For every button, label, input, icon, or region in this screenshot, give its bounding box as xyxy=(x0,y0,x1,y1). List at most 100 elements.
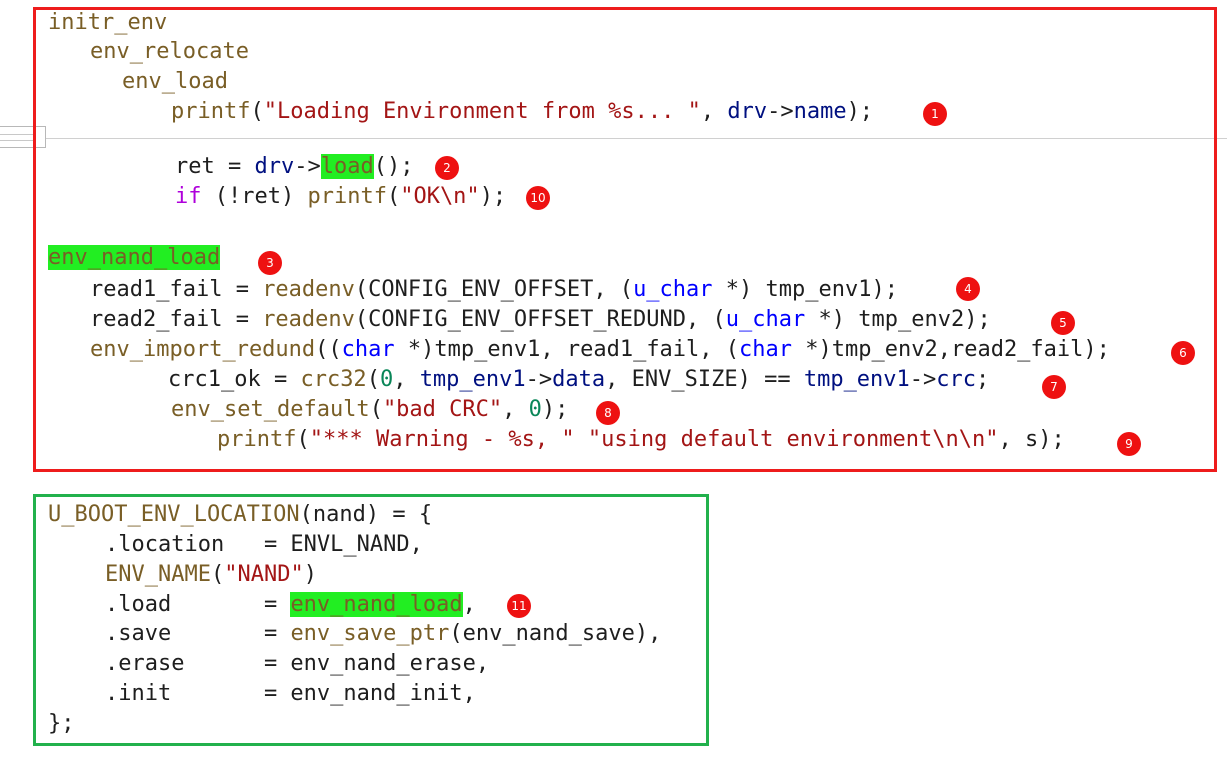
step-badge: 11 xyxy=(507,594,531,618)
code-token: , s); xyxy=(998,427,1065,452)
code-token: "NAND" xyxy=(224,562,304,587)
code-token: if xyxy=(175,184,202,209)
step-badge: 3 xyxy=(258,251,282,275)
code-line-printf-warning: printf("*** Warning - %s, " "using defau… xyxy=(217,425,1065,455)
code-token: ( xyxy=(366,367,380,392)
code-token: char xyxy=(739,337,793,362)
code-token: ( xyxy=(296,427,310,452)
code-token: .save = xyxy=(105,621,291,646)
code-line-close-brace: }; xyxy=(48,709,75,739)
code-token: ret xyxy=(175,154,215,179)
code-token: readenv xyxy=(262,307,355,332)
code-token: "*** Warning - %s, " "using default envi… xyxy=(309,427,999,452)
code-token: ); xyxy=(479,184,507,209)
code-token: .load = xyxy=(105,592,291,617)
code-token: ; xyxy=(976,367,990,392)
code-token: , ENV_SIZE) == xyxy=(605,367,804,392)
code-token: u_char xyxy=(725,307,806,332)
code-token: -> xyxy=(909,367,937,392)
code-line-env-load: env_load xyxy=(122,67,228,97)
code-line-read1: read1_fail = readenv(CONFIG_ENV_OFFSET, … xyxy=(90,275,898,305)
code-token: "bad CRC" xyxy=(382,397,503,422)
code-token: = xyxy=(214,154,255,179)
code-line-if-ok: if (!ret) printf("OK\n"); xyxy=(175,182,506,212)
code-token: env_save_ptr xyxy=(290,621,450,646)
code-token: readenv xyxy=(262,277,355,302)
code-line-load: .load = env_nand_load, xyxy=(105,590,476,620)
code-line-read2: read2_fail = readenv(CONFIG_ENV_OFFSET_R… xyxy=(90,305,991,335)
step-badge: 2 xyxy=(435,156,459,180)
code-token: -> xyxy=(767,99,794,124)
code-token: *)tmp_env2,read2_fail); xyxy=(792,337,1110,362)
code-token: ( xyxy=(369,397,383,422)
step-badge: 8 xyxy=(596,401,620,425)
highlighted-load-call: load xyxy=(320,154,374,179)
code-token: printf xyxy=(307,184,387,209)
code-token: ( xyxy=(210,562,225,587)
code-token: -> xyxy=(525,367,553,392)
code-token: char xyxy=(341,337,395,362)
code-token: ( xyxy=(250,99,264,124)
code-line-erase: .erase = env_nand_erase, xyxy=(105,649,489,679)
code-token: crc xyxy=(936,367,977,392)
code-token: (!ret) xyxy=(201,184,308,209)
code-token: -> xyxy=(294,154,321,179)
code-line-crc1-ok: crc1_ok = crc32(0, tmp_env1->data, ENV_S… xyxy=(168,365,989,395)
code-line-env-name: ENV_NAME("NAND") xyxy=(105,560,317,590)
code-token: .init = env_nand_init, xyxy=(105,681,476,706)
code-token: }; xyxy=(48,711,75,736)
code-token: (( xyxy=(315,337,342,362)
code-token: crc32 xyxy=(300,367,367,392)
code-token: , xyxy=(393,367,420,392)
code-token: tmp_env1 xyxy=(803,367,910,392)
code-token: *)tmp_env1, read1_fail, ( xyxy=(394,337,740,362)
code-token: name xyxy=(793,99,847,124)
code-token: (CONFIG_ENV_OFFSET, ( xyxy=(354,277,634,302)
code-token: ENV_NAME xyxy=(105,562,211,587)
code-token: env_set_default xyxy=(171,397,370,422)
code-line-save: .save = env_save_ptr(env_nand_save), xyxy=(105,619,661,649)
step-badge: 1 xyxy=(923,102,947,126)
code-token: printf xyxy=(171,99,251,124)
code-token: *) tmp_env1); xyxy=(712,277,898,302)
code-token: "OK\n" xyxy=(400,184,480,209)
code-token: u_char xyxy=(633,277,713,302)
highlighted-env-nand-load-ref: env_nand_load xyxy=(290,592,463,617)
code-token: (nand) = { xyxy=(299,502,433,527)
code-token: 0 xyxy=(379,367,394,392)
code-token: env_relocate xyxy=(90,39,249,64)
code-token: read2_fail = xyxy=(90,307,263,332)
code-token: drv xyxy=(727,99,768,124)
code-token: printf xyxy=(217,427,297,452)
highlighted-env-nand-load: env_nand_load xyxy=(48,245,221,270)
code-token: .erase = env_nand_erase, xyxy=(105,651,490,676)
code-token: , xyxy=(502,397,529,422)
code-line-initr-env: initr_env xyxy=(48,8,167,38)
code-line-location: .location = ENVL_NAND, xyxy=(105,530,423,560)
code-token: drv xyxy=(254,154,295,179)
code-token: (); xyxy=(373,154,414,179)
code-line-set-default: env_set_default("bad CRC", 0); xyxy=(171,395,568,425)
code-token: .location = ENVL_NAND, xyxy=(105,532,423,557)
code-line-import-redund: env_import_redund((char *)tmp_env1, read… xyxy=(90,335,1110,365)
step-badge: 10 xyxy=(526,186,550,210)
step-badge: 5 xyxy=(1051,311,1075,335)
code-token: ); xyxy=(846,99,874,124)
code-token: read1_fail = xyxy=(90,277,263,302)
code-line-printf-loading: printf("Loading Environment from %s... "… xyxy=(171,97,873,127)
code-line-init: .init = env_nand_init, xyxy=(105,679,476,709)
code-token: initr_env xyxy=(48,10,168,35)
code-token: data xyxy=(552,367,606,392)
code-token: , xyxy=(700,99,728,124)
code-token: "Loading Environment from %s... " xyxy=(263,99,701,124)
code-line-ret-load: ret = drv->load(); xyxy=(175,152,413,182)
step-badge: 7 xyxy=(1042,375,1066,399)
code-token: U_BOOT_ENV_LOCATION xyxy=(48,502,300,527)
code-line-env-nand-load: env_nand_load xyxy=(48,243,221,273)
code-token: 0 xyxy=(528,397,542,422)
code-token: , xyxy=(462,592,476,617)
code-token: *) tmp_env2); xyxy=(805,307,991,332)
code-token: env_import_redund xyxy=(90,337,316,362)
code-token: env_load xyxy=(122,69,228,94)
step-badge: 9 xyxy=(1117,432,1141,456)
